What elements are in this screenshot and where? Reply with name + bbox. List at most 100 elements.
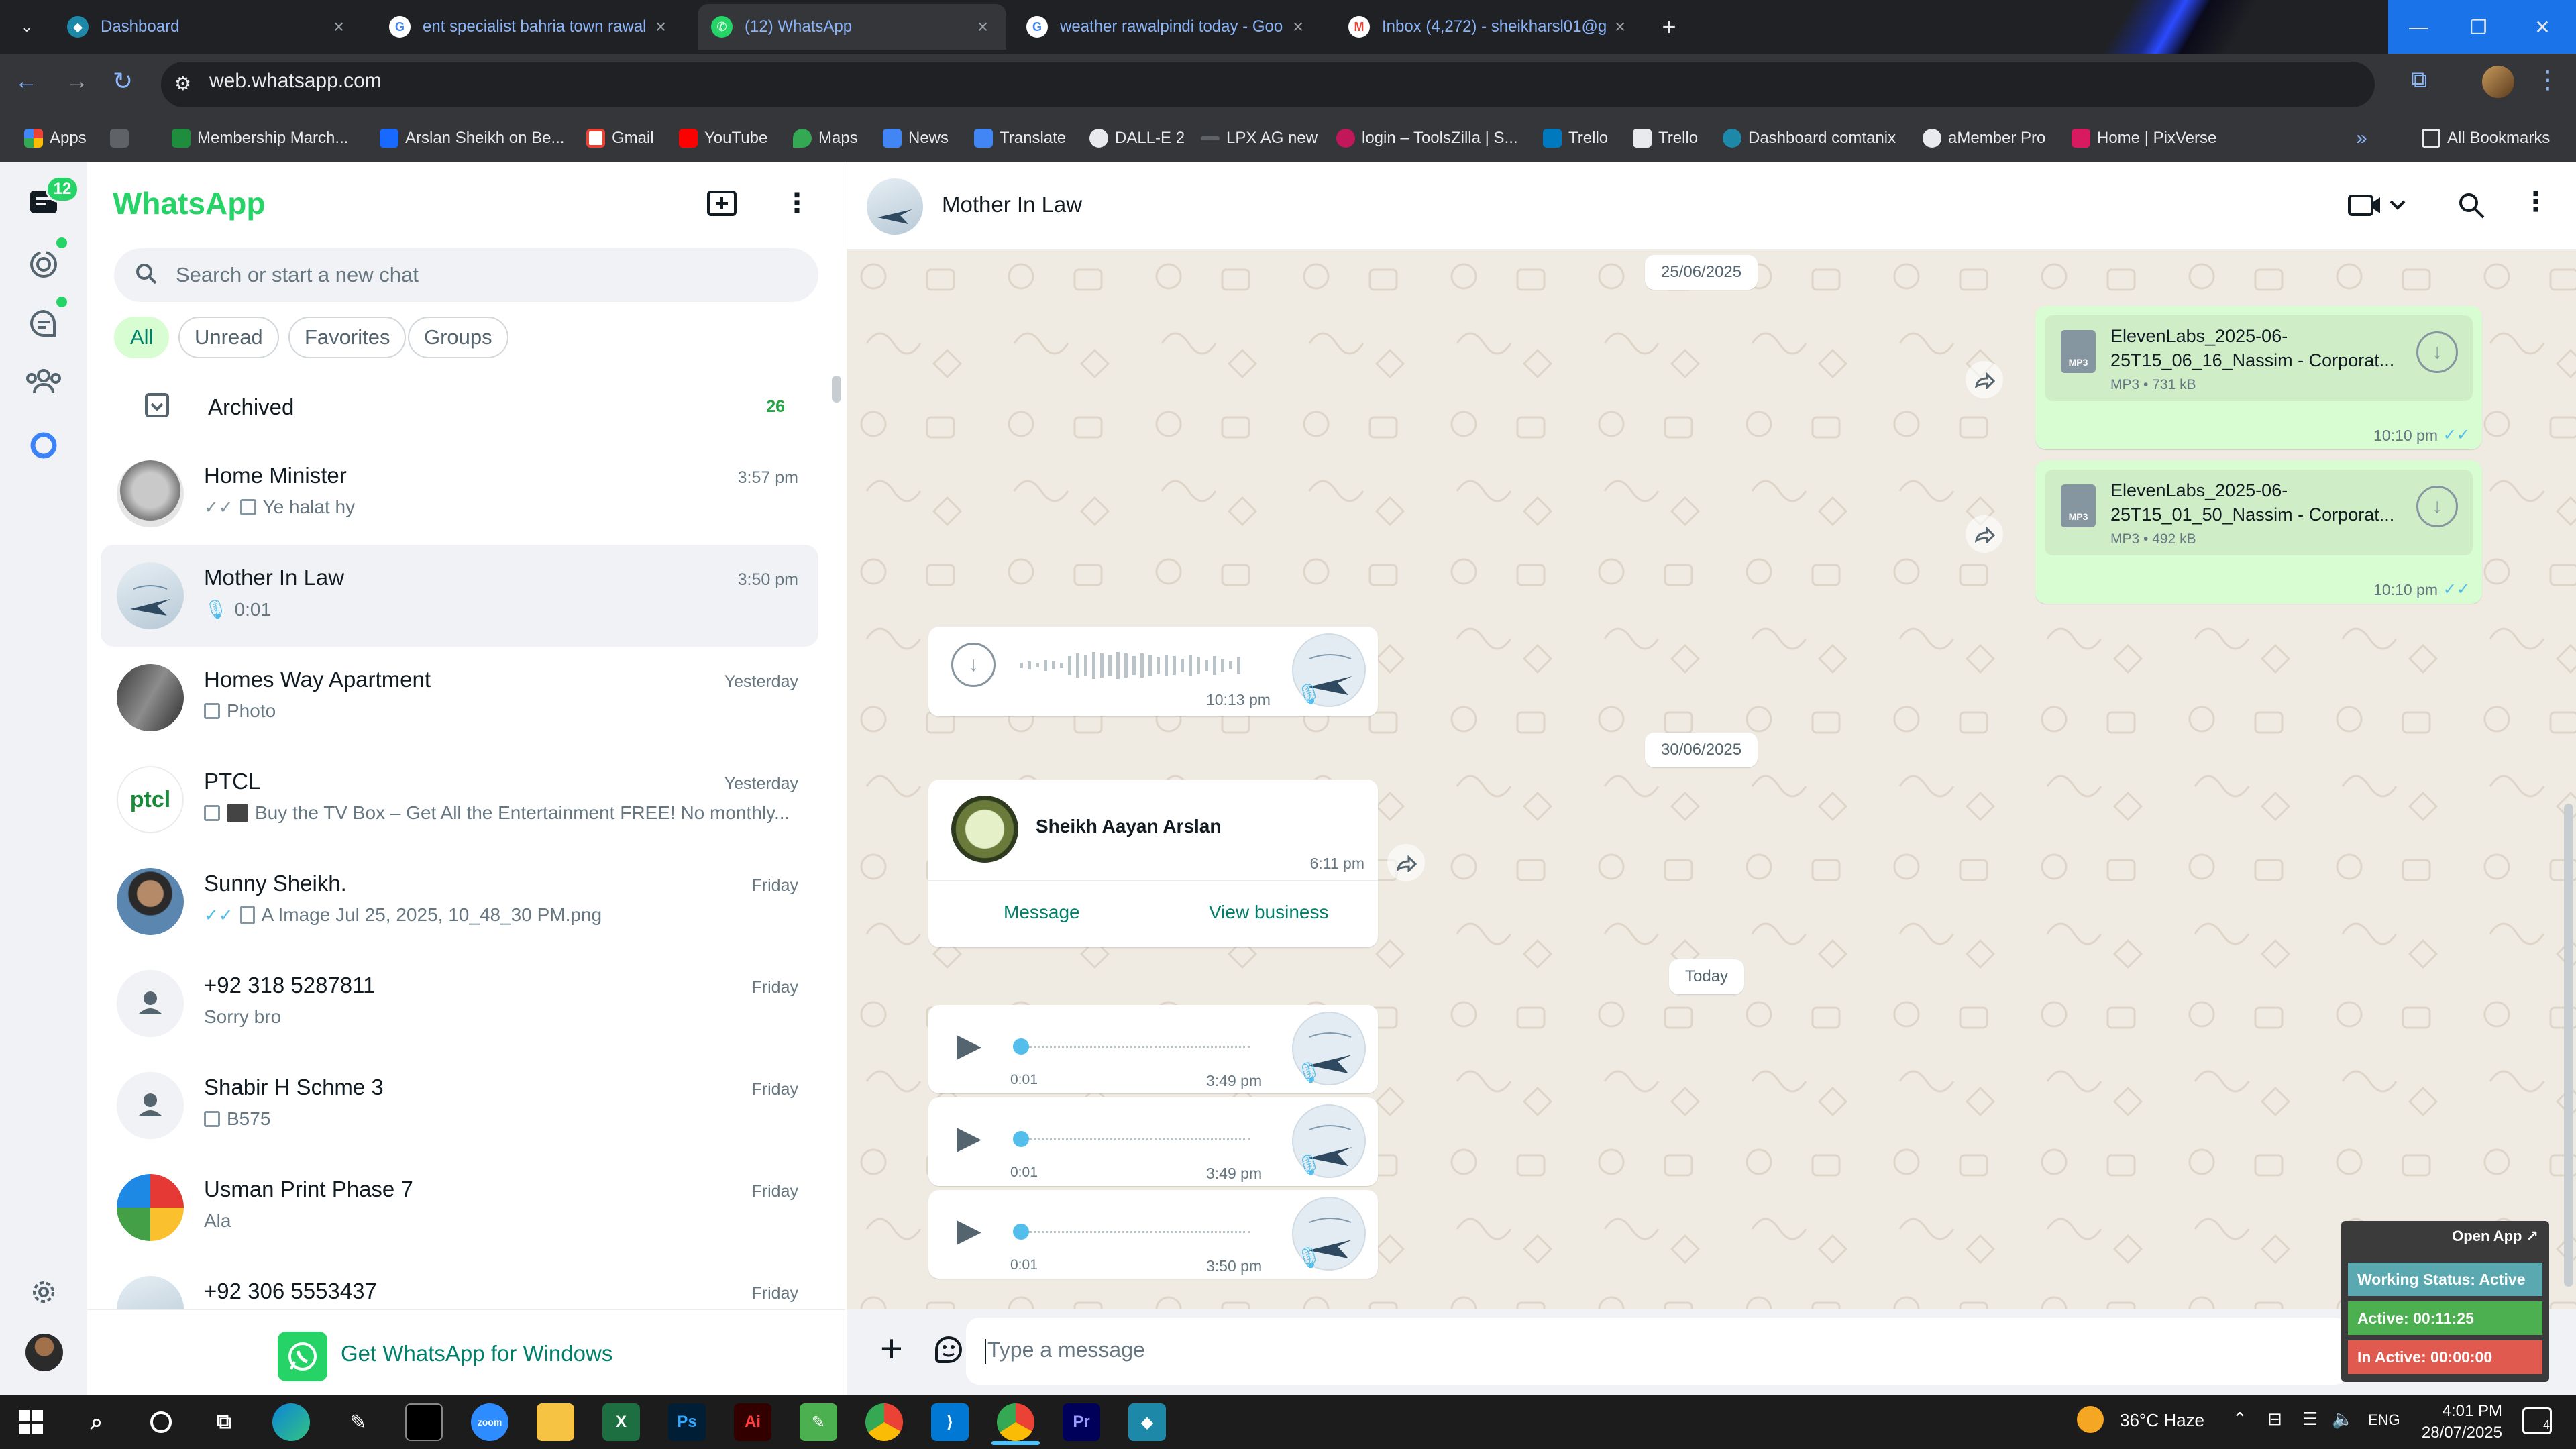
archived-row[interactable]: Archived 26: [101, 380, 818, 436]
voice-message[interactable]: ▶ 0:01 3:49 pm 🎙: [928, 1005, 1378, 1093]
chrome-icon[interactable]: [865, 1403, 903, 1441]
attach-plus-icon[interactable]: +: [880, 1330, 903, 1368]
chat-item-ptcl[interactable]: ptcl PTCL Yesterday Buy the TV Box – Get…: [101, 749, 818, 851]
pen-tool-icon[interactable]: ✎: [339, 1403, 377, 1441]
tab-gmail[interactable]: M Inbox (4,272) - sheikharsl01@g ×: [1335, 4, 1644, 50]
comtanix-app-icon[interactable]: ◆: [1128, 1403, 1166, 1441]
chat-item-phone-5553437[interactable]: +92 306 5553437 Friday: [101, 1258, 818, 1309]
bookmark-item[interactable]: YouTube: [679, 122, 767, 154]
filter-groups[interactable]: Groups: [408, 317, 508, 358]
site-info-icon[interactable]: ⚙: [174, 72, 191, 95]
download-icon[interactable]: ↓: [2416, 331, 2458, 373]
chat-item-mother-in-law[interactable]: Mother In Law 3:50 pm 🎙 0:01: [101, 545, 818, 647]
bookmark-item[interactable]: LPX AG new: [1201, 122, 1318, 154]
photoshop-icon[interactable]: Ps: [668, 1403, 706, 1441]
conversation-menu-icon[interactable]: ⋮: [2522, 186, 2549, 217]
task-view-icon[interactable]: ⧉: [205, 1403, 243, 1441]
tab-search-dropdown[interactable]: ⌄: [13, 4, 40, 50]
forward-icon[interactable]: [1387, 844, 1425, 881]
weather-icon[interactable]: [2077, 1406, 2104, 1433]
bookmark-item[interactable]: Arslan Sheikh on Be...: [380, 122, 564, 154]
windows-start-icon[interactable]: [12, 1403, 50, 1441]
filter-all[interactable]: All: [114, 317, 170, 358]
filter-unread[interactable]: Unread: [178, 317, 279, 358]
close-icon[interactable]: ×: [1288, 16, 1308, 38]
notification-center-icon[interactable]: 4: [2522, 1407, 2552, 1434]
open-app-link[interactable]: Open App ↗: [2452, 1228, 2538, 1245]
extensions-icon[interactable]: ⧉: [2411, 67, 2427, 93]
chat-item-home-minister[interactable]: Home Minister 3:57 pm ✓✓ Ye halat hy: [101, 443, 818, 545]
green-app-icon[interactable]: ✎: [800, 1403, 837, 1441]
edge-icon[interactable]: [272, 1403, 310, 1441]
bookmark-item[interactable]: DALL-E 2: [1089, 122, 1185, 154]
cortana-icon[interactable]: [142, 1403, 180, 1441]
conversation-scrollbar[interactable]: [2564, 804, 2573, 1287]
acrobat-icon[interactable]: Ai: [734, 1403, 771, 1441]
status-icon[interactable]: [23, 244, 64, 284]
document-message[interactable]: MP3 ElevenLabs_2025-06- 25T15_01_50_Nass…: [2035, 460, 2482, 604]
tray-overflow-chevron-icon[interactable]: ⌃: [2233, 1409, 2247, 1430]
playback-handle[interactable]: [1013, 1224, 1029, 1240]
contact-name[interactable]: Mother In Law: [942, 192, 1082, 217]
bookmark-item[interactable]: Translate: [974, 122, 1066, 154]
search-messages-icon[interactable]: [2457, 191, 2486, 220]
minimize-button[interactable]: —: [2388, 0, 2449, 54]
premiere-icon[interactable]: Pr: [1063, 1403, 1100, 1441]
bookmark-item[interactable]: Maps: [793, 122, 858, 154]
chat-item-usman-print[interactable]: Usman Print Phase 7 Friday Ala: [101, 1157, 818, 1258]
bookmark-item[interactable]: News: [883, 122, 949, 154]
download-icon[interactable]: ↓: [2416, 486, 2458, 527]
play-icon[interactable]: ▶: [957, 1119, 981, 1157]
new-tab-button[interactable]: +: [1650, 4, 1688, 50]
close-icon[interactable]: ×: [973, 16, 993, 38]
chat-item-sunny-sheikh[interactable]: Sunny Sheikh. Friday ✓✓ A Image Jul 25, …: [101, 851, 818, 953]
contact-message-button[interactable]: Message: [1004, 902, 1080, 923]
close-icon[interactable]: ×: [651, 16, 671, 38]
channels-icon[interactable]: [23, 303, 64, 343]
voice-message[interactable]: ▶ 0:01 3:50 pm 🎙: [928, 1190, 1378, 1279]
more-bookmarks-chevron-icon[interactable]: »: [2356, 122, 2367, 154]
document-message[interactable]: MP3 ElevenLabs_2025-06- 25T15_06_16_Nass…: [2035, 306, 2482, 449]
video-call-icon[interactable]: [2347, 191, 2410, 220]
wifi-icon[interactable]: ☰: [2302, 1409, 2318, 1430]
bookmark-apps[interactable]: Apps: [24, 122, 87, 154]
message-area[interactable]: 25/06/2025 MP3 ElevenLabs_2025-06- 25T15…: [847, 250, 2576, 1309]
forward-icon[interactable]: →: [66, 68, 89, 95]
address-bar[interactable]: ⚙: [161, 62, 2375, 107]
clock-date[interactable]: 28/07/2025: [2412, 1424, 2502, 1442]
close-icon[interactable]: ×: [329, 16, 349, 38]
communities-icon[interactable]: [23, 361, 64, 401]
back-icon[interactable]: ←: [15, 68, 38, 95]
bookmark-item[interactable]: Dashboard comtanix: [1723, 122, 1896, 154]
excel-icon[interactable]: X: [602, 1403, 640, 1441]
view-business-button[interactable]: View business: [1209, 902, 1328, 923]
playback-handle[interactable]: [1013, 1131, 1029, 1147]
chat-item-shabir-h[interactable]: Shabir H Schme 3 Friday B575: [101, 1055, 818, 1157]
file-explorer-icon[interactable]: [537, 1403, 574, 1441]
chat-item-phone-5287811[interactable]: +92 318 5287811 Friday Sorry bro: [101, 953, 818, 1055]
bookmark-item[interactable]: Gmail: [586, 122, 654, 154]
bookmark-item[interactable]: aMember Pro: [1923, 122, 2045, 154]
voice-message[interactable]: ▶ 0:01 3:49 pm 🎙: [928, 1097, 1378, 1186]
new-chat-icon[interactable]: [706, 189, 739, 219]
clock-time[interactable]: 4:01 PM: [2422, 1402, 2502, 1421]
message-input[interactable]: Type a message: [966, 1318, 2348, 1385]
all-bookmarks-folder[interactable]: All Bookmarks: [2422, 122, 2550, 154]
restore-button[interactable]: ❐: [2449, 0, 2509, 54]
forward-icon[interactable]: [1966, 515, 2003, 553]
voice-message-received[interactable]: ↓ 10:13 pm 🎙: [928, 627, 1378, 716]
language-indicator[interactable]: ENG: [2368, 1411, 2400, 1429]
bookmark-item[interactable]: Trello: [1543, 122, 1608, 154]
settings-gear-icon[interactable]: [23, 1272, 64, 1312]
tab-groups-icon[interactable]: [110, 122, 136, 154]
close-icon[interactable]: ×: [1610, 16, 1630, 38]
get-whatsapp-for-windows-banner[interactable]: Get WhatsApp for Windows: [87, 1309, 845, 1395]
play-icon[interactable]: ▶: [957, 1212, 981, 1249]
filter-favorites[interactable]: Favorites: [288, 317, 407, 358]
vscode-icon[interactable]: ⟩: [931, 1403, 969, 1441]
terminal-icon[interactable]: [405, 1403, 443, 1441]
sticker-emoji-icon[interactable]: [932, 1334, 965, 1366]
playback-handle[interactable]: [1013, 1038, 1029, 1055]
zoom-icon[interactable]: zoom: [471, 1403, 508, 1441]
forward-icon[interactable]: [1966, 361, 2003, 398]
